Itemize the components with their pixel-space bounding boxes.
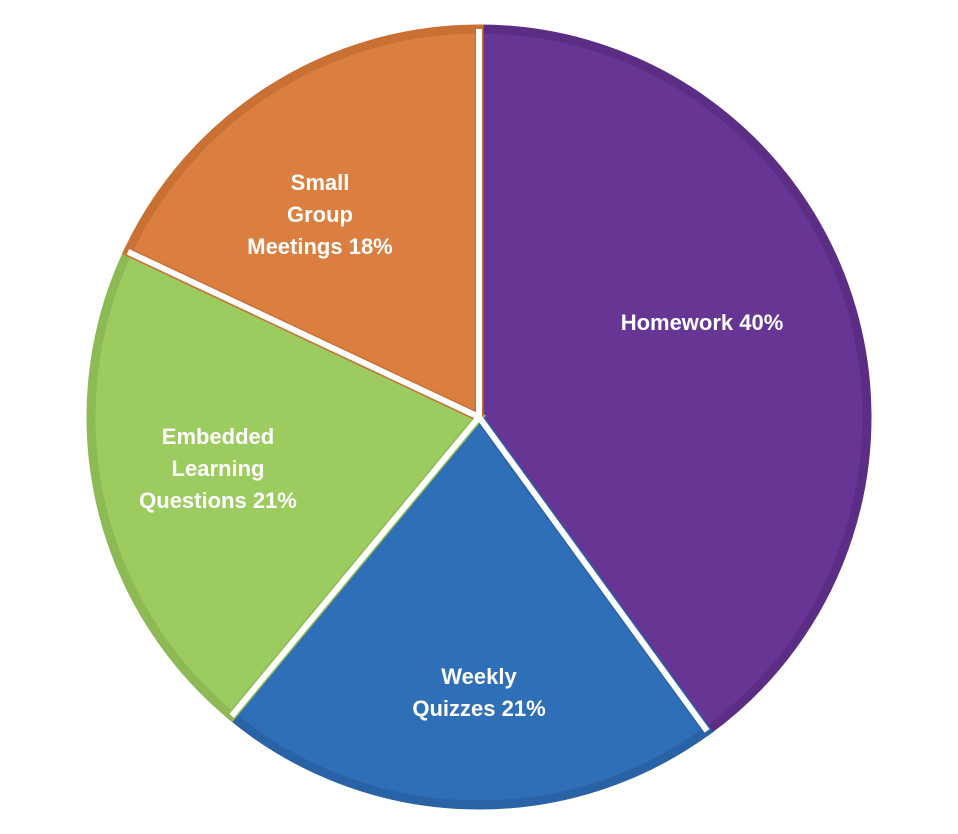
slice-label-line: Questions 21% (139, 488, 297, 513)
slice-label-line: Homework 40% (621, 310, 784, 335)
slice-label-line: Meetings 18% (247, 234, 393, 259)
slice-label-line: Group (287, 202, 353, 227)
slice-label-line: Small (291, 170, 350, 195)
pie-chart: Homework 40% Weekly Quizzes 21% Embedded Lea… (0, 0, 958, 834)
slice-label-line: Weekly (441, 664, 517, 689)
pie-chart-svg: Homework 40% Weekly Quizzes 21% Embedded Lea… (86, 24, 872, 810)
slice-label-line: Learning (172, 456, 265, 481)
slice-label-line: Embedded (162, 424, 274, 449)
slice-label-line: Quizzes 21% (412, 696, 545, 721)
slice-label-1: Homework 40% (621, 310, 784, 335)
